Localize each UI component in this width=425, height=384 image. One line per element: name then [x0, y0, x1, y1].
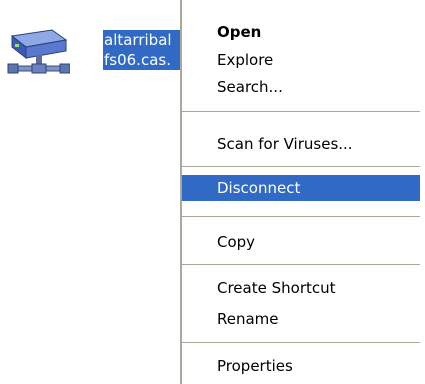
- menu-item-explore[interactable]: Explore: [182, 47, 420, 73]
- menu-separator: [182, 264, 420, 265]
- menu-item-scan-for-viruses[interactable]: Scan for Viruses...: [182, 131, 420, 157]
- menu-separator: [182, 216, 420, 217]
- context-menu: Open Explore Search... Scan for Viruses.…: [180, 0, 420, 384]
- menu-item-search[interactable]: Search...: [182, 74, 420, 100]
- menu-item-create-shortcut[interactable]: Create Shortcut: [182, 275, 420, 301]
- menu-separator: [182, 342, 420, 343]
- desktop-icon-label-line2: fs06.cas.: [103, 50, 185, 70]
- menu-item-properties[interactable]: Properties: [182, 353, 420, 379]
- menu-separator: [182, 166, 420, 167]
- desktop-icon-label[interactable]: altarribal fs06.cas.: [103, 30, 185, 70]
- desktop-icon-label-line1: altarribal: [103, 30, 185, 50]
- menu-item-copy[interactable]: Copy: [182, 229, 420, 255]
- menu-item-disconnect[interactable]: Disconnect: [182, 175, 420, 201]
- menu-item-open[interactable]: Open: [182, 19, 420, 45]
- network-drive-icon[interactable]: [6, 22, 71, 86]
- menu-item-rename[interactable]: Rename: [182, 306, 420, 332]
- menu-separator: [182, 111, 420, 112]
